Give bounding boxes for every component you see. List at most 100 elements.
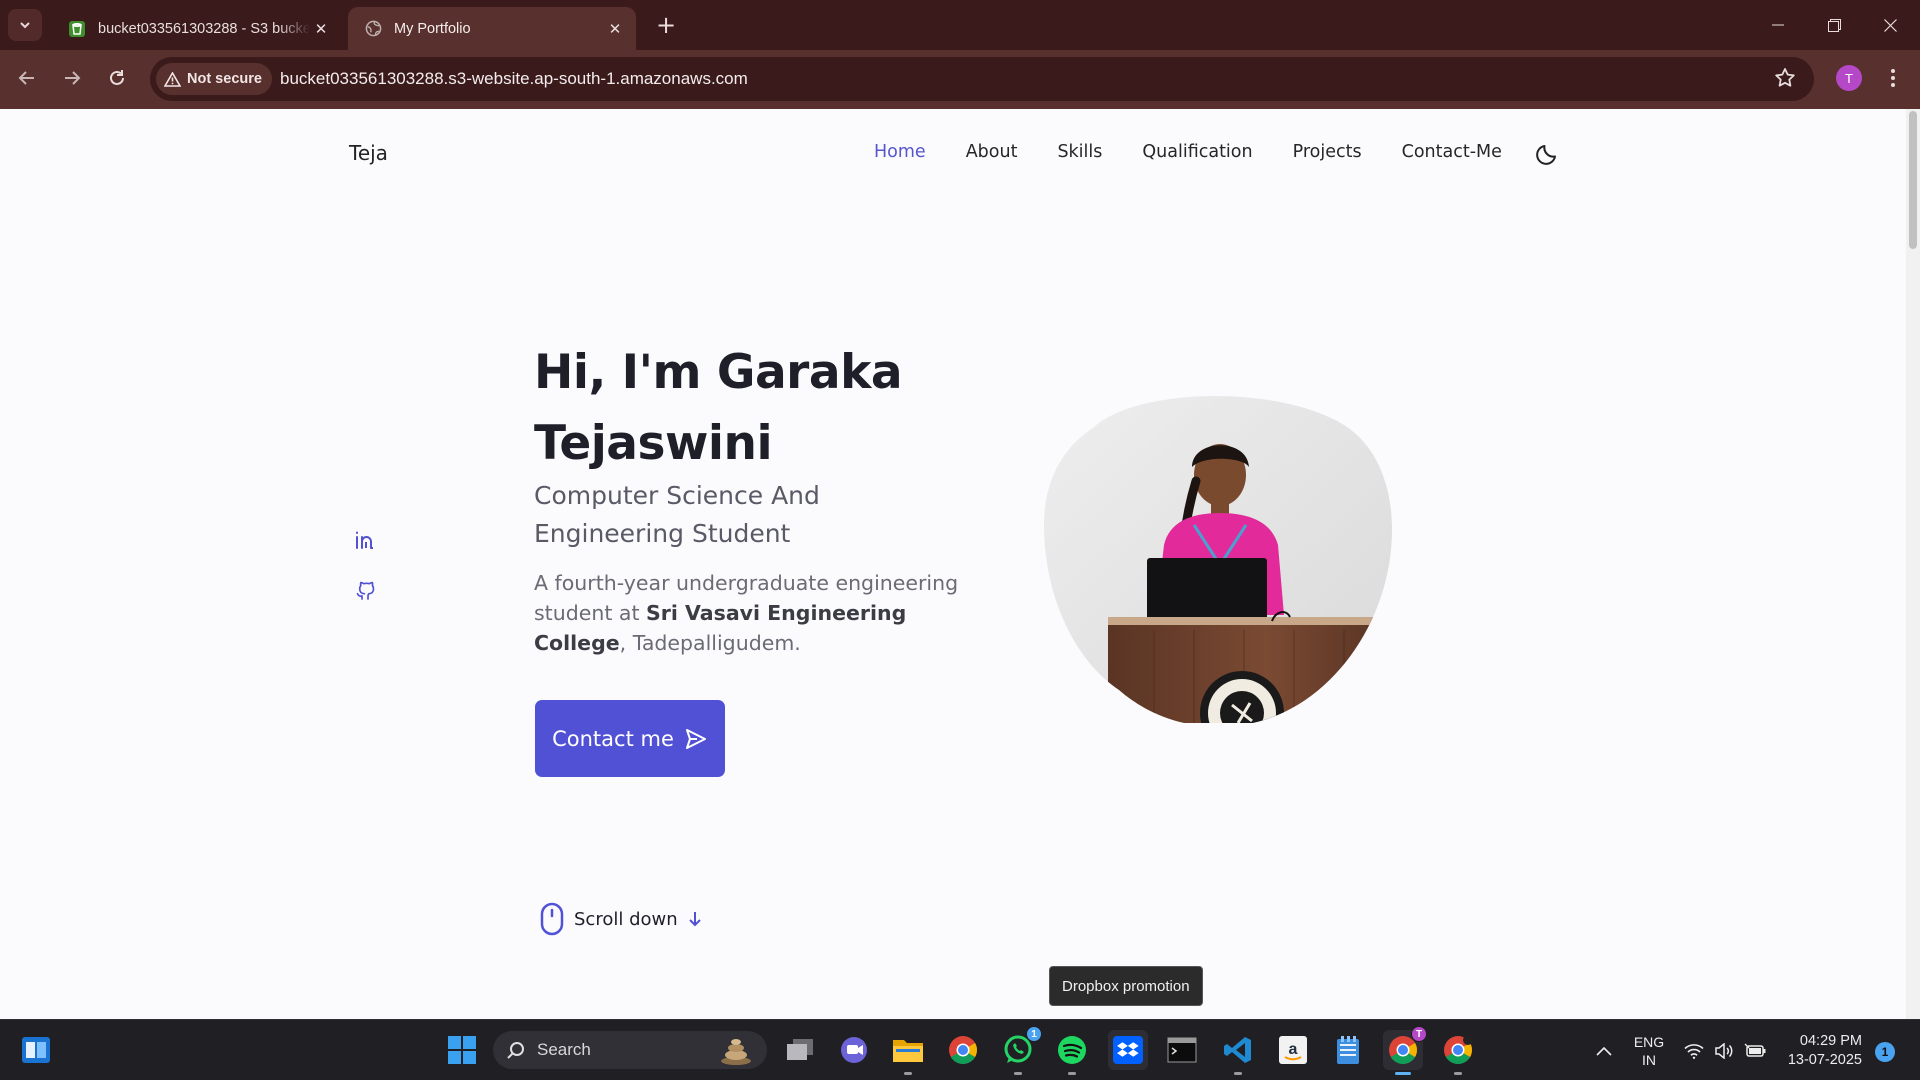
send-icon xyxy=(685,728,706,749)
url-text[interactable]: bucket033561303288.s3-website.ap-south-1… xyxy=(280,69,748,89)
dropbox-button[interactable] xyxy=(1108,1030,1148,1070)
nav-home[interactable]: Home xyxy=(874,142,926,162)
profile-avatar[interactable]: T xyxy=(1836,65,1862,91)
chrome-profile-badge: T xyxy=(1411,1026,1427,1042)
browser-tab-bar: bucket033561303288 - S3 bucket ✕ My Port… xyxy=(0,0,1920,50)
wifi-icon xyxy=(1684,1043,1704,1059)
mouse-icon xyxy=(540,902,564,936)
windows-logo-icon xyxy=(448,1036,476,1064)
language-indicator[interactable]: ENG IN xyxy=(1630,1020,1668,1080)
close-window-button[interactable] xyxy=(1862,0,1918,50)
desc-suffix: , Tadepalligudem. xyxy=(619,631,801,655)
chrome-other-profile-button[interactable] xyxy=(1438,1030,1478,1075)
language-region: IN xyxy=(1642,1051,1656,1068)
arrow-right-icon xyxy=(65,71,81,85)
amazon-icon: a xyxy=(1279,1036,1307,1064)
scrollbar-thumb[interactable] xyxy=(1909,111,1917,249)
dropbox-icon xyxy=(1113,1036,1143,1064)
scroll-down-label: Scroll down xyxy=(574,908,678,930)
start-button[interactable] xyxy=(442,1030,482,1070)
language-code: ENG xyxy=(1633,1033,1665,1050)
reload-icon xyxy=(110,70,124,85)
forward-button[interactable] xyxy=(54,60,90,96)
site-logo[interactable]: Teja xyxy=(349,141,388,165)
back-button[interactable] xyxy=(9,60,45,96)
github-link[interactable] xyxy=(354,579,376,601)
notepad-button[interactable] xyxy=(1328,1030,1368,1070)
battery-icon xyxy=(1744,1043,1766,1057)
quick-settings-button[interactable] xyxy=(1684,1020,1766,1080)
task-view-icon xyxy=(787,1039,813,1060)
hero-subtitle: Computer Science And Engineering Student xyxy=(534,481,820,548)
whatsapp-button[interactable]: 1 xyxy=(998,1026,1042,1075)
chrome-button[interactable] xyxy=(943,1030,983,1070)
page-scrollbar[interactable] xyxy=(1906,109,1920,1019)
close-icon xyxy=(1883,18,1897,32)
taskbar-search[interactable]: Search xyxy=(493,1031,767,1069)
site-security-chip[interactable]: Not secure xyxy=(156,63,272,95)
notification-count-badge[interactable]: 1 xyxy=(1875,1042,1895,1062)
chevron-down-icon xyxy=(20,22,30,29)
address-bar[interactable]: Not secure bucket033561303288.s3-website… xyxy=(150,57,1814,101)
vscode-icon xyxy=(1224,1037,1251,1063)
teams-chat-button[interactable] xyxy=(834,1030,874,1070)
portfolio-page: Teja Home About Skills Qualification Pro… xyxy=(0,109,1920,1019)
site-nav: Home About Skills Qualification Projects… xyxy=(874,142,1502,162)
nav-about[interactable]: About xyxy=(966,142,1018,162)
vscode-button[interactable] xyxy=(1218,1030,1258,1075)
search-icon xyxy=(507,1042,524,1059)
whatsapp-unread-badge: 1 xyxy=(1026,1026,1042,1042)
tab-my-portfolio[interactable]: My Portfolio ✕ xyxy=(348,7,636,50)
tab-search-button[interactable] xyxy=(8,9,42,41)
spotify-icon xyxy=(1058,1036,1086,1064)
task-view-button[interactable] xyxy=(780,1030,820,1070)
warning-icon xyxy=(164,71,181,87)
close-tab-icon[interactable]: ✕ xyxy=(310,18,332,40)
close-tab-icon[interactable]: ✕ xyxy=(604,18,626,40)
restore-icon xyxy=(1827,18,1841,32)
kebab-menu-icon xyxy=(1891,69,1895,87)
spotify-button[interactable] xyxy=(1052,1030,1092,1075)
bookmark-star-icon[interactable] xyxy=(1774,67,1796,93)
dark-mode-toggle[interactable] xyxy=(1534,141,1560,167)
terminal-icon xyxy=(1167,1037,1197,1063)
file-explorer-button[interactable] xyxy=(888,1030,928,1075)
contact-me-button[interactable]: Contact me xyxy=(535,700,725,777)
show-hidden-icons-button[interactable] xyxy=(1596,1020,1616,1080)
tab-s3-bucket[interactable]: bucket033561303288 - S3 bucket ✕ xyxy=(52,7,342,50)
minimize-icon xyxy=(1772,24,1784,26)
hero-description: A fourth-year undergraduate engineering … xyxy=(534,568,994,658)
linkedin-icon xyxy=(356,531,373,549)
clock-time: 04:29 PM xyxy=(1799,1032,1862,1049)
nav-skills[interactable]: Skills xyxy=(1057,142,1102,162)
scroll-down-link[interactable]: Scroll down xyxy=(540,902,702,936)
system-clock[interactable]: 04:29 PM 13-07-2025 xyxy=(1768,1020,1862,1080)
widgets-button[interactable] xyxy=(16,1030,56,1070)
arrow-left-icon xyxy=(18,71,34,85)
linkedin-link[interactable] xyxy=(354,529,376,551)
teams-chat-icon xyxy=(841,1037,867,1063)
notepad-icon xyxy=(1337,1036,1359,1064)
chrome-profile-button[interactable]: T xyxy=(1383,1026,1427,1075)
globe-icon xyxy=(364,20,382,38)
search-highlight-icon xyxy=(721,1039,751,1065)
amazon-button[interactable]: a xyxy=(1273,1030,1313,1070)
chrome-icon xyxy=(1444,1035,1473,1064)
restore-button[interactable] xyxy=(1806,0,1862,50)
nav-projects[interactable]: Projects xyxy=(1293,142,1362,162)
chevron-up-icon xyxy=(1596,1046,1612,1056)
tab-title: My Portfolio xyxy=(394,20,471,37)
terminal-button[interactable] xyxy=(1162,1030,1202,1070)
clock-date: 13-07-2025 xyxy=(1787,1051,1862,1068)
minimize-button[interactable] xyxy=(1750,0,1806,50)
profile-photo xyxy=(1044,395,1394,727)
windows-taskbar: Search 1 a T ENG IN 04:29 PM 13-07-2025 … xyxy=(0,1019,1920,1080)
hero-title: Hi, I'm Garaka Tejaswini xyxy=(534,337,954,479)
github-icon xyxy=(356,581,375,600)
nav-contact-me[interactable]: Contact-Me xyxy=(1402,142,1502,162)
reload-button[interactable] xyxy=(99,60,135,96)
browser-menu-button[interactable] xyxy=(1880,62,1906,94)
nav-qualification[interactable]: Qualification xyxy=(1142,142,1252,162)
taskbar-tooltip: Dropbox promotion xyxy=(1049,966,1203,1006)
new-tab-button[interactable]: + xyxy=(652,11,680,39)
